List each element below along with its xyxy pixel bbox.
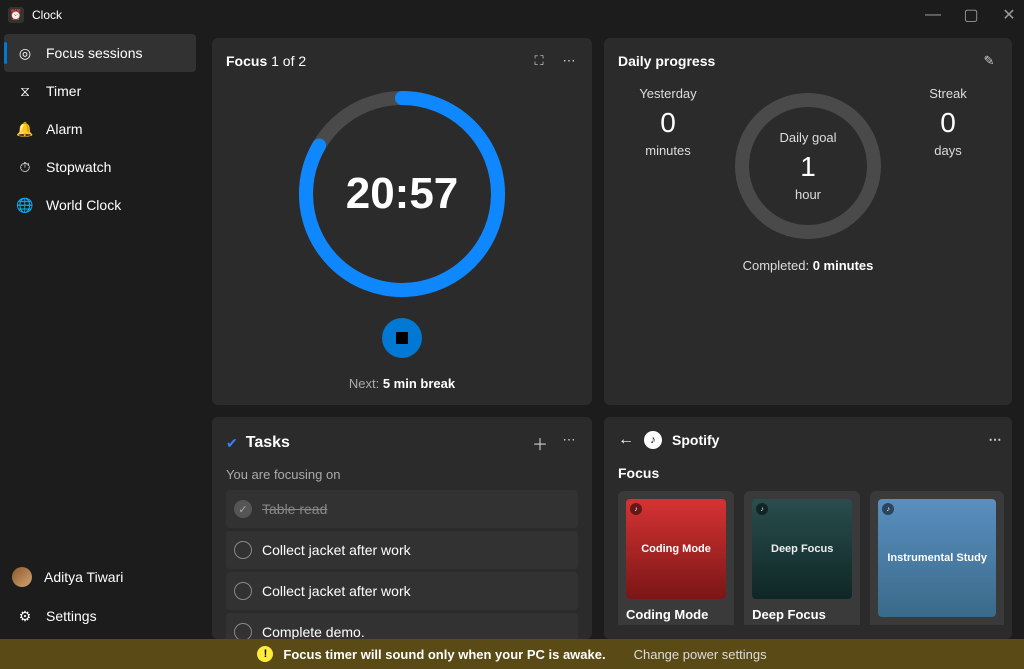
focus-timer-ring: 20:57	[292, 84, 512, 304]
focus-timer-value: 20:57	[346, 169, 459, 219]
spotify-badge-icon: ♪	[882, 503, 894, 515]
spotify-brand: Spotify	[672, 432, 719, 448]
sidebar-item-label: Settings	[46, 608, 97, 624]
more-icon[interactable]: ⋯	[986, 431, 1004, 449]
focusing-label: You are focusing on	[226, 467, 578, 482]
task-checkbox[interactable]	[234, 541, 252, 559]
playlist-grid: ♪Coding Mode Coding Mode Dedicated to all …	[618, 491, 1004, 625]
completed-line: Completed: 0 minutes	[618, 258, 998, 273]
edit-icon[interactable]: ✎	[980, 52, 998, 70]
playlist-card[interactable]: ♪Deep Focus Deep Focus Keep calm and focus…	[744, 491, 860, 625]
tasks-title: Tasks	[246, 434, 290, 452]
sidebar-item-world-clock[interactable]: 🌐 World Clock	[4, 186, 196, 224]
warning-bar: ! Focus timer will sound only when your …	[0, 639, 1024, 669]
avatar	[12, 567, 32, 587]
task-item[interactable]: Collect jacket after work	[226, 531, 578, 569]
task-text: Collect jacket after work	[262, 583, 411, 599]
sidebar-item-label: World Clock	[46, 197, 121, 213]
next-break-label: Next: 5 min break	[349, 376, 455, 391]
sidebar-item-label: Stopwatch	[46, 159, 111, 175]
task-text: Complete demo.	[262, 624, 365, 639]
warning-icon: !	[257, 646, 273, 662]
tasks-card: ✔ Tasks ＋ ⋯ You are focusing on ✓ Table r…	[212, 417, 592, 639]
yesterday-col: Yesterday 0 minutes	[628, 86, 708, 158]
playlist-title: Coding Mode	[626, 607, 726, 622]
hourglass-icon: ⧖	[16, 82, 34, 100]
minimize-button[interactable]: —	[926, 8, 940, 22]
back-icon[interactable]: ←	[618, 431, 634, 449]
playlist-desc: Dedicated to all the programmers out...	[626, 624, 726, 625]
tasks-icon: ✔	[226, 435, 238, 452]
globe-icon: 🌐	[16, 196, 34, 214]
stop-button[interactable]	[382, 318, 422, 358]
target-icon: ◎	[16, 44, 34, 62]
sidebar-item-focus-sessions[interactable]: ◎ Focus sessions	[4, 34, 196, 72]
playlist-desc: Keep calm and focus with ambient and...	[752, 624, 852, 625]
playlist-cover: ♪Deep Focus	[752, 499, 852, 599]
sidebar: ◎ Focus sessions ⧖ Timer 🔔 Alarm ⏱ Stopw…	[0, 30, 200, 639]
playlist-title: Deep Focus	[752, 607, 852, 622]
spotify-logo-icon: ♪	[644, 431, 662, 449]
sidebar-item-alarm[interactable]: 🔔 Alarm	[4, 110, 196, 148]
task-item[interactable]: Collect jacket after work	[226, 572, 578, 610]
sidebar-item-label: Timer	[46, 83, 81, 99]
expand-icon[interactable]: ⛶	[530, 52, 548, 70]
app-icon: ⏰	[8, 7, 24, 23]
playlist-card[interactable]: ♪Coding Mode Coding Mode Dedicated to all …	[618, 491, 734, 625]
sidebar-item-label: Focus sessions	[46, 45, 142, 61]
playlist-card[interactable]: ♪Instrumental StudyInstrumental StudyA s…	[870, 491, 1004, 625]
sidebar-item-timer[interactable]: ⧖ Timer	[4, 72, 196, 110]
daily-goal-ring: Daily goal 1 hour	[728, 86, 888, 246]
task-list: ✓ Table read Collect jacket after work Coll…	[226, 490, 578, 639]
task-text: Table read	[262, 501, 327, 517]
playlist-cover: ♪Instrumental Study	[878, 499, 996, 617]
focus-title: Focus 1 of 2	[226, 53, 306, 69]
daily-progress-card: Daily progress ✎ Yesterday 0 minutes Dai…	[604, 38, 1012, 405]
spotify-card: ← ♪ Spotify ⋯ Focus ♪Coding Mode Coding M…	[604, 417, 1012, 639]
change-power-settings-link[interactable]: Change power settings	[634, 647, 767, 662]
maximize-button[interactable]: ▢	[964, 8, 978, 22]
spotify-badge-icon: ♪	[630, 503, 642, 515]
stopwatch-icon: ⏱	[16, 158, 34, 176]
task-checkbox[interactable]: ✓	[234, 500, 252, 518]
gear-icon: ⚙	[16, 607, 34, 625]
sidebar-item-label: Alarm	[46, 121, 83, 137]
sidebar-item-stopwatch[interactable]: ⏱ Stopwatch	[4, 148, 196, 186]
focus-session-card: Focus 1 of 2 ⛶ ⋯ 20:57 Next: 5 min break	[212, 38, 592, 405]
task-checkbox[interactable]	[234, 582, 252, 600]
playlist-cover: ♪Coding Mode	[626, 499, 726, 599]
add-task-button[interactable]: ＋	[532, 431, 548, 455]
spotify-section-title: Focus	[618, 465, 1004, 481]
task-item[interactable]: ✓ Table read	[226, 490, 578, 528]
task-item[interactable]: Complete demo.	[226, 613, 578, 639]
close-button[interactable]: ✕	[1002, 8, 1016, 22]
warning-text: Focus timer will sound only when your PC…	[283, 647, 605, 662]
streak-col: Streak 0 days	[908, 86, 988, 158]
content-area: Focus 1 of 2 ⛶ ⋯ 20:57 Next: 5 min break	[200, 30, 1024, 639]
window-controls: — ▢ ✕	[926, 8, 1016, 22]
user-name: Aditya Tiwari	[44, 569, 123, 585]
user-account[interactable]: Aditya Tiwari	[0, 557, 200, 597]
sidebar-item-settings[interactable]: ⚙ Settings	[4, 597, 196, 635]
more-icon[interactable]: ⋯	[560, 431, 578, 449]
more-icon[interactable]: ⋯	[560, 52, 578, 70]
bell-icon: 🔔	[16, 120, 34, 138]
task-checkbox[interactable]	[234, 623, 252, 639]
titlebar: ⏰ Clock — ▢ ✕	[0, 0, 1024, 30]
spotify-badge-icon: ♪	[756, 503, 768, 515]
stop-icon	[396, 332, 408, 344]
app-title: Clock	[32, 8, 62, 22]
progress-title: Daily progress	[618, 53, 715, 69]
task-text: Collect jacket after work	[262, 542, 411, 558]
